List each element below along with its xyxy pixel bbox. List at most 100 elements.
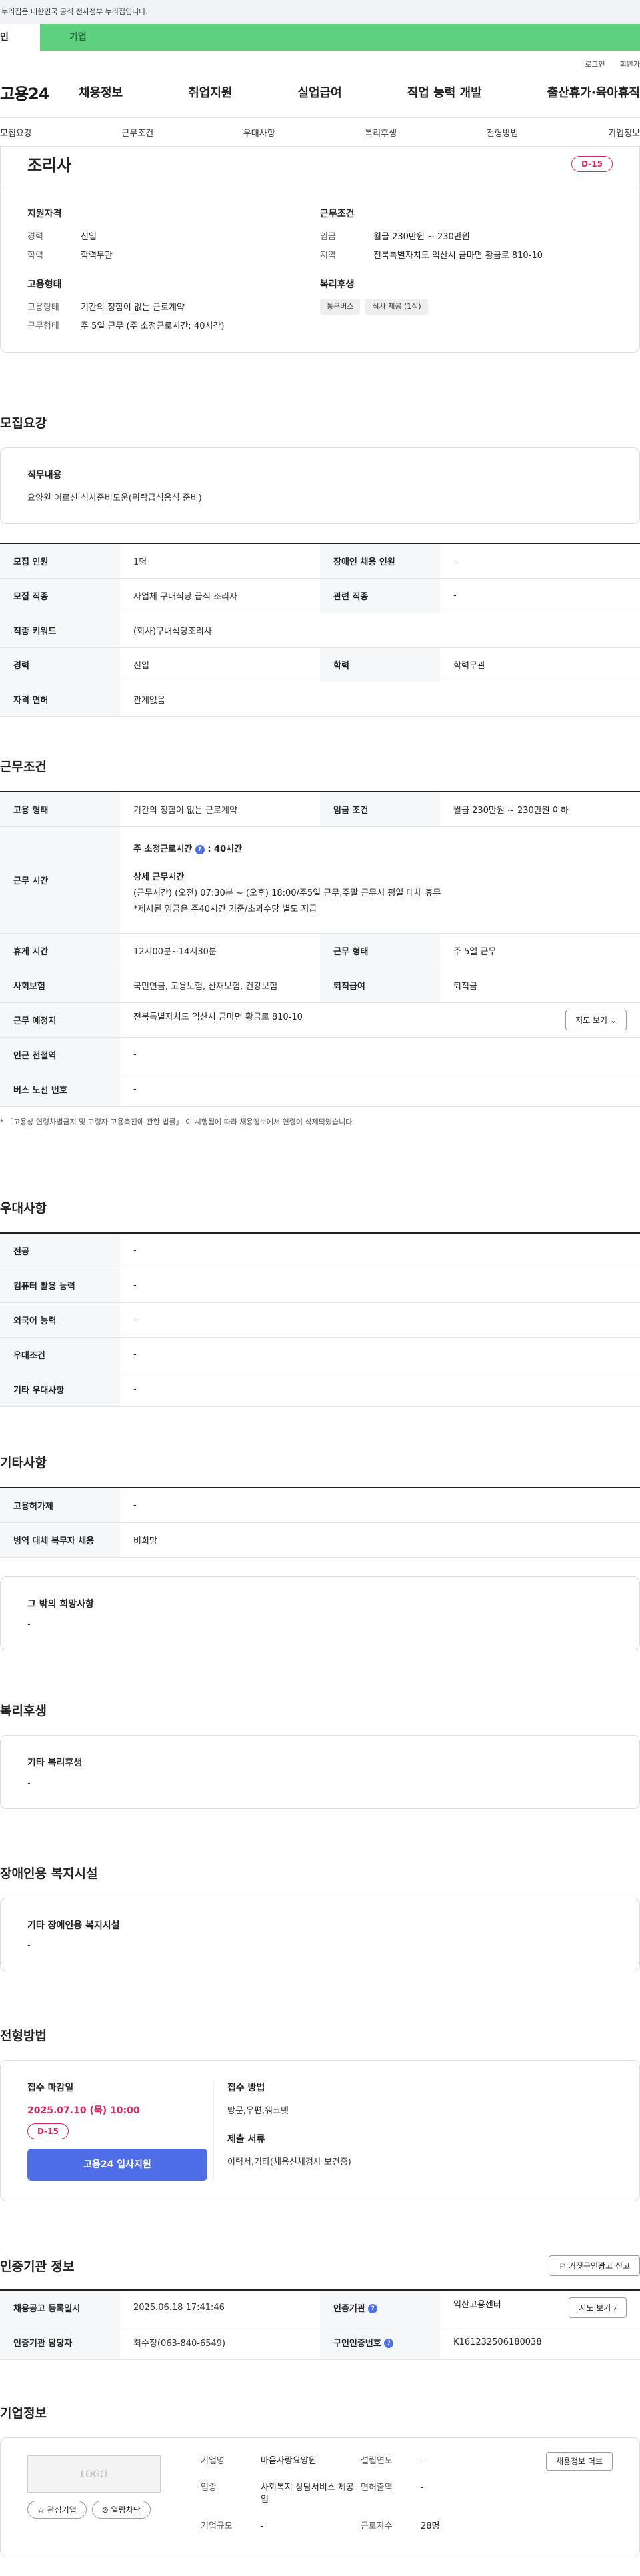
cell-value: - xyxy=(120,1372,640,1407)
info-icon[interactable]: ? xyxy=(384,2339,394,2348)
method-heading: 접수 방법 xyxy=(227,2083,265,2093)
info-icon[interactable]: ? xyxy=(368,2304,378,2314)
detail-hours-label: 상세 근무시간 xyxy=(133,872,185,882)
weekly-hours-label: 주 소정근로시간 xyxy=(133,844,193,854)
section-title: 장애인용 복지시설 xyxy=(0,1866,98,1881)
cell-value: 학력무관 xyxy=(440,647,640,682)
duty-box: 직무내용 요양원 어르신 식사준비도움(위탁급식음식 준비) xyxy=(0,447,640,524)
cell-value: - xyxy=(120,1337,640,1372)
cell-label: 구인인증번호 xyxy=(333,2338,381,2349)
job-title: 조리사 xyxy=(27,156,72,175)
report-button[interactable]: ⚐ 거짓구인광고 신고 xyxy=(549,2255,640,2276)
gnb-item-jobs[interactable]: 채용정보 xyxy=(79,83,123,101)
table-row: 직종 키워드 (회사)구내식당조리사 xyxy=(0,613,640,648)
map-button[interactable]: 지도 보기 › xyxy=(569,2297,627,2318)
process-box: 접수 마감일 2025.07.10 (목) 10:00 D-15 고용24 입사… xyxy=(0,2060,640,2201)
cell-value: - xyxy=(120,1072,640,1107)
welfare-pill: 통근버스 xyxy=(320,299,361,315)
map-button-label: 지도 보기 xyxy=(575,1015,608,1025)
report-icon: ⚐ xyxy=(559,2261,567,2271)
join-link[interactable]: 회원가 xyxy=(620,59,640,69)
subtab-process[interactable]: 전형방법 xyxy=(487,126,519,139)
gnb-item-support[interactable]: 취업지원 xyxy=(188,83,232,101)
section-title: 기타사항 xyxy=(0,1456,47,1470)
cell-label: 고용 형태 xyxy=(0,792,120,827)
disabled-box: 기타 장애인용 복지시설 - xyxy=(0,1898,640,1971)
cell-value: 기간의 정함이 없는 근로계약 xyxy=(120,792,320,827)
subtab-company[interactable]: 기업정보 xyxy=(608,126,640,139)
disabled-box-value: - xyxy=(27,1941,31,1951)
section-title: 인증기관 정보 xyxy=(0,2259,75,2274)
cell-label: 근무 시간 xyxy=(0,826,120,934)
cond-heading: 근무조건 xyxy=(320,209,355,219)
section-title: 기업정보 xyxy=(0,2406,47,2421)
cell-label: 자격 면허 xyxy=(0,682,120,717)
label: 기업명 xyxy=(201,2456,225,2466)
emp-heading: 고용형태 xyxy=(27,279,62,290)
value: - xyxy=(421,2456,424,2466)
value: 주 5일 근무 (주 소정근로시간: 40시간) xyxy=(81,321,225,331)
global-nav: 고용24 채용정보 취업지원 실업급여 직업 능력 개발 출산휴가·육아휴직 xyxy=(0,73,640,111)
subtab-work[interactable]: 근무조건 xyxy=(121,126,153,139)
cell-value: (회사)구내식당조리사 xyxy=(120,613,640,648)
detail-hours-value: (근무시간) (오전) 07:30분 ~ (오후) 18:00/주5일 근무,주… xyxy=(133,888,441,898)
deadline-value: 2025.07.10 (목) 10:00 xyxy=(27,2105,140,2116)
cell-label: 임금 조건 xyxy=(320,792,440,827)
value: 월급 230만원 ~ 230만원 xyxy=(373,232,470,242)
cell-label: 인증기관 xyxy=(333,2303,365,2314)
cell-value: 최수정(063-840-6549) xyxy=(120,2325,320,2360)
map-button[interactable]: 지도 보기 ⌄ xyxy=(565,1009,627,1030)
fav-label: 관심기업 xyxy=(47,2505,77,2515)
label: 경력 xyxy=(27,232,43,242)
table-row: 채용공고 등록일시 2025.06.18 17:41:46 인증기관 ? 익산고용센터… xyxy=(0,2290,640,2325)
subtab-recruit[interactable]: 모집요강 xyxy=(0,126,32,139)
fav-button[interactable]: ☆ 관심기업 xyxy=(27,2501,87,2519)
table-row: 모집 인원 1명 장애인 채용 인원 - xyxy=(0,543,640,579)
site-logo[interactable]: 고용24 xyxy=(0,81,79,104)
value: 기간의 정함이 없는 근로계약 xyxy=(81,303,185,313)
subtab-welfare[interactable]: 복리후생 xyxy=(365,126,397,139)
chevron-right-icon: › xyxy=(613,2303,617,2313)
block-button[interactable]: ⊘ 열람차단 xyxy=(91,2501,151,2519)
cell-label: 모집 직종 xyxy=(0,578,120,613)
table-row: 사회보험 국민연금, 고용보험, 산재보험, 건강보험 퇴직급여 퇴직금 xyxy=(0,968,640,1003)
cell-label: 학력 xyxy=(320,647,440,682)
table-row: 기타 우대사항 - xyxy=(0,1372,640,1407)
welfare-heading: 복리후생 xyxy=(320,279,355,290)
cell-value: - xyxy=(440,578,640,613)
deadline-heading: 접수 마감일 xyxy=(27,2083,74,2093)
login-link[interactable]: 로그인 xyxy=(585,59,605,69)
value: 신입 xyxy=(81,232,97,242)
disabled-section: 장애인용 복지시설 기타 장애인용 복지시설 - xyxy=(0,1864,640,1990)
cell-label: 우대조건 xyxy=(0,1337,120,1372)
tab-individual[interactable]: 인 xyxy=(0,24,40,51)
section-title: 모집요강 xyxy=(0,416,47,431)
label: 면허출역 xyxy=(361,2483,393,2493)
cell-label: 인증기관 담당자 xyxy=(0,2325,120,2360)
table-row: 버스 노선 번호 - xyxy=(0,1072,640,1107)
apply-button[interactable]: 고용24 입사지원 xyxy=(27,2149,207,2181)
cell-label: 버스 노선 번호 xyxy=(0,1072,120,1107)
cell-label: 병역 대체 복무자 채용 xyxy=(0,1522,120,1558)
company-logo: LOGO xyxy=(27,2455,161,2493)
recruit-section: 모집요강 직무내용 요양원 어르신 식사준비도움(위탁급식음식 준비) 모집 인… xyxy=(0,413,640,717)
table-row: 휴게 시간 12시00분~14시30분 근무 형태 주 5일 근무 xyxy=(0,933,640,968)
chevron-down-icon: ⌄ xyxy=(609,1015,617,1025)
gnb-item-training[interactable]: 직업 능력 개발 xyxy=(407,83,482,101)
cell-value: - xyxy=(120,1302,640,1338)
agency-table: 채용공고 등록일시 2025.06.18 17:41:46 인증기관 ? 익산고용센터… xyxy=(0,2289,640,2360)
cell-label: 직종 키워드 xyxy=(0,613,120,648)
etc-section: 기타사항 고용허가제 - 병역 대체 복무자 채용 비희망 그 밖의 희망사항 - xyxy=(0,1453,640,1669)
disabled-box-heading: 기타 장애인용 복지시설 xyxy=(27,1920,120,1931)
duty-heading: 직무내용 xyxy=(27,470,62,481)
gnb-item-leave[interactable]: 출산휴가·육아휴직 xyxy=(547,83,640,101)
more-jobs-button[interactable]: 채용정보 더보 xyxy=(545,2452,613,2471)
tab-company[interactable]: 기업 xyxy=(40,24,640,51)
info-icon[interactable]: ? xyxy=(195,844,205,854)
qual-heading: 지원자격 xyxy=(27,209,62,219)
subtab-prefer[interactable]: 우대사항 xyxy=(243,126,275,139)
table-row: 우대조건 - xyxy=(0,1337,640,1372)
cell-value: 전북특별자치도 익산시 금마면 황금로 810-10 xyxy=(133,1012,303,1022)
gnb-item-benefit[interactable]: 실업급여 xyxy=(298,83,342,101)
method-value: 방문,우편,워크넷 xyxy=(227,2106,289,2116)
